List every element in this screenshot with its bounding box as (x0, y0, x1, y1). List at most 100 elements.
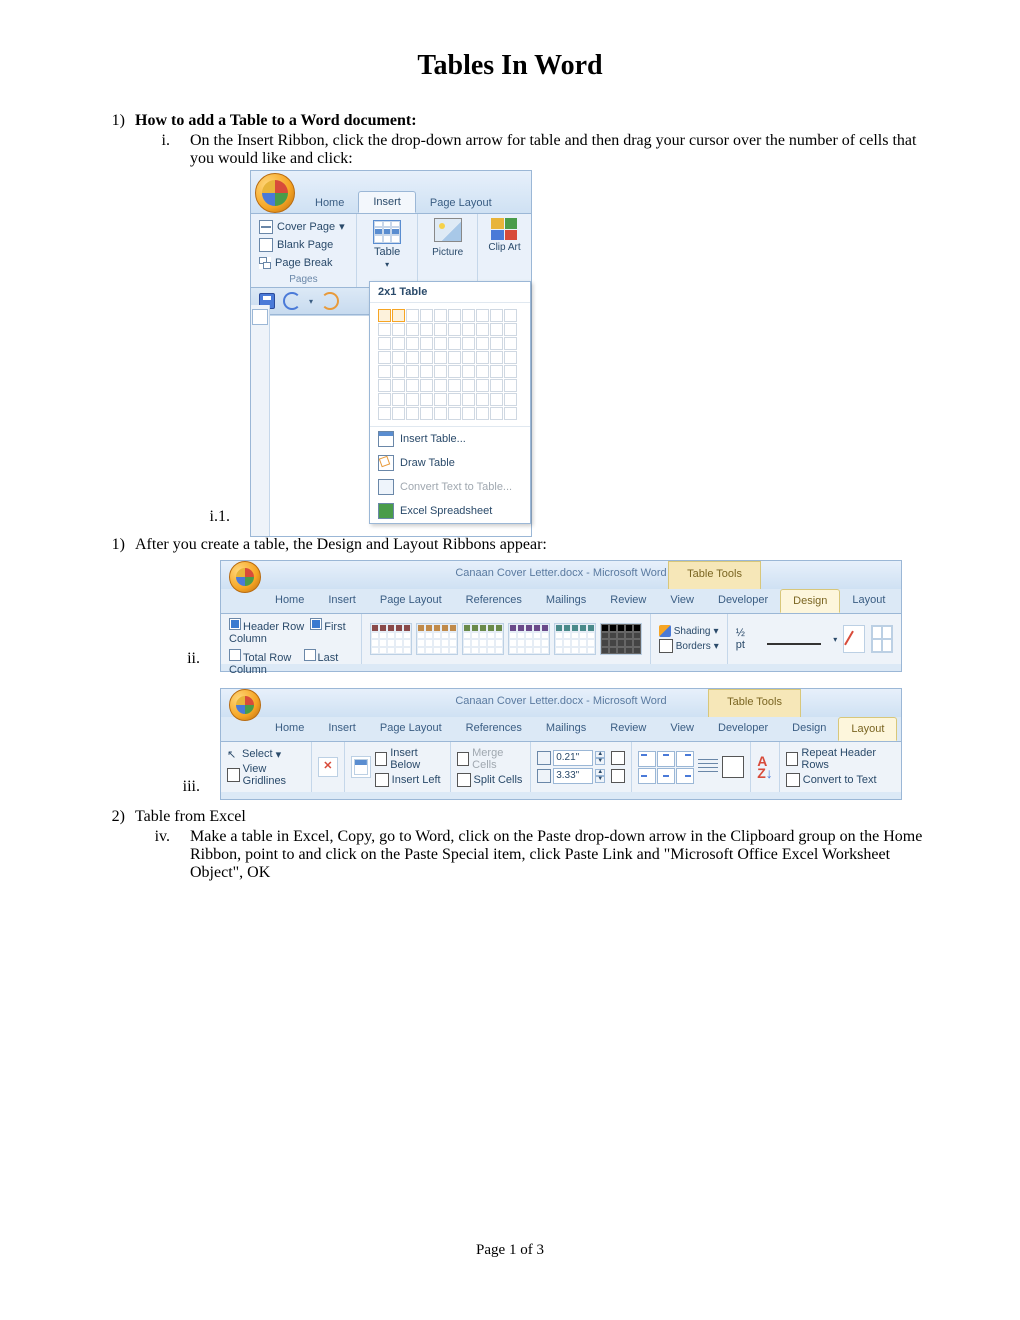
clipart-icon (491, 218, 517, 240)
convert-to-text-button[interactable]: Convert to Text (803, 774, 877, 786)
table-styles-gallery[interactable] (370, 623, 642, 655)
merge-cells-button: Merge Cells (472, 747, 524, 771)
shading-button[interactable]: Shading (674, 626, 711, 637)
tab-layout[interactable]: Layout (838, 717, 897, 741)
convert-text-option: Convert Text to Table... (370, 475, 530, 499)
table-style-thumb[interactable] (416, 623, 458, 655)
checkbox-icon[interactable] (310, 618, 322, 630)
table-style-thumb[interactable] (554, 623, 596, 655)
tab-page-layout[interactable]: Page Layout (368, 717, 454, 741)
draw-borders-icon[interactable] (871, 625, 893, 653)
tab-insert[interactable]: Insert (358, 191, 416, 213)
picture-button[interactable]: Picture (426, 218, 469, 258)
align-top-left-icon[interactable] (638, 751, 656, 767)
repeat-header-icon (786, 752, 799, 766)
distribute-rows-icon[interactable] (611, 751, 625, 765)
borders-button[interactable]: Borders (676, 641, 711, 652)
view-gridlines-button[interactable]: View Gridlines (243, 763, 305, 787)
tab-review[interactable]: Review (598, 717, 658, 741)
tab-developer[interactable]: Developer (706, 589, 780, 613)
tab-insert[interactable]: Insert (316, 589, 368, 613)
list-marker: 2) (80, 808, 125, 826)
align-mid-center-icon[interactable] (657, 768, 675, 784)
tab-view[interactable]: View (658, 717, 706, 741)
pen-color-icon[interactable] (843, 625, 865, 653)
group-label: Pages (259, 272, 348, 285)
pen-preview[interactable] (767, 633, 821, 645)
tab-references[interactable]: References (454, 717, 534, 741)
tab-mailings[interactable]: Mailings (534, 717, 598, 741)
insert-table-option[interactable]: Insert Table... (370, 427, 530, 451)
table-style-thumb[interactable] (462, 623, 504, 655)
tab-mailings[interactable]: Mailings (534, 589, 598, 613)
split-cells-button[interactable]: Split Cells (474, 774, 523, 786)
page-break-button[interactable]: Page Break (275, 254, 332, 272)
insert-below-button[interactable]: Insert Below (390, 747, 443, 771)
tab-developer[interactable]: Developer (706, 717, 780, 741)
width-icon (537, 769, 551, 783)
tab-view[interactable]: View (658, 589, 706, 613)
gridlines-icon (227, 768, 240, 782)
align-mid-left-icon[interactable] (638, 768, 656, 784)
pen-weight-label[interactable]: ½ pt (736, 627, 755, 651)
total-row-checkbox[interactable]: Total Row (243, 652, 291, 664)
sort-icon[interactable]: AZ↓ (757, 755, 773, 779)
delete-icon[interactable]: ✕ (318, 757, 338, 777)
insert-above-icon[interactable] (351, 756, 371, 778)
col-width-input[interactable]: 3.33" (553, 768, 593, 784)
clipart-button[interactable]: Clip Art (486, 218, 523, 253)
tab-page-layout[interactable]: Page Layout (368, 589, 454, 613)
tab-design[interactable]: Design (780, 589, 840, 613)
cell-margins-icon[interactable] (722, 756, 744, 778)
align-mid-right-icon[interactable] (676, 768, 694, 784)
tab-home[interactable]: Home (301, 193, 358, 213)
tab-layout[interactable]: Layout (840, 589, 897, 613)
screenshot-layout-ribbon: Canaan Cover Letter.docx - Microsoft Wor… (220, 688, 902, 800)
tab-home[interactable]: Home (263, 589, 316, 613)
blank-page-button[interactable]: Blank Page (277, 236, 333, 254)
window-title: Canaan Cover Letter.docx - Microsoft Wor… (221, 561, 901, 579)
table-button[interactable]: Table ▾ (371, 218, 403, 272)
header-row-checkbox[interactable]: Header Row (243, 621, 304, 633)
spinner-icon[interactable]: ▲▼ (595, 769, 605, 783)
text-direction-icon[interactable] (698, 759, 718, 775)
ruler-toggle-icon[interactable] (252, 309, 268, 325)
distribute-cols-icon[interactable] (611, 769, 625, 783)
tab-insert[interactable]: Insert (316, 717, 368, 741)
spinner-icon[interactable]: ▲▼ (595, 751, 605, 765)
tab-page-layout[interactable]: Page Layout (416, 193, 506, 213)
align-top-center-icon[interactable] (657, 751, 675, 767)
table-size-picker: 2x1 Table Insert Table... Draw Table Con… (369, 281, 531, 524)
draw-table-option[interactable]: Draw Table (370, 451, 530, 475)
list-marker: 1) (80, 536, 125, 554)
redo-icon[interactable] (321, 292, 339, 310)
body-text: After you create a table, the Design and… (135, 536, 547, 554)
screenshot-design-ribbon: Canaan Cover Letter.docx - Microsoft Wor… (220, 560, 902, 672)
table-style-thumb[interactable] (370, 623, 412, 655)
undo-icon[interactable] (283, 292, 301, 310)
checkbox-icon[interactable] (229, 649, 241, 661)
insert-left-button[interactable]: Insert Left (392, 774, 441, 786)
page-title: Tables In Word (80, 50, 940, 82)
list-marker: iv. (140, 828, 170, 882)
checkbox-icon[interactable] (229, 618, 241, 630)
checkbox-icon[interactable] (304, 649, 316, 661)
excel-spreadsheet-option[interactable]: Excel Spreadsheet (370, 499, 530, 523)
tab-review[interactable]: Review (598, 589, 658, 613)
row-height-input[interactable]: 0.21" (553, 750, 593, 766)
tab-home[interactable]: Home (263, 717, 316, 741)
cover-page-button[interactable]: Cover Page (277, 218, 335, 236)
repeat-header-button[interactable]: Repeat Header Rows (801, 747, 895, 771)
select-button[interactable]: Select (242, 748, 273, 760)
cover-page-icon (259, 220, 273, 234)
tab-design[interactable]: Design (780, 717, 838, 741)
table-style-thumb[interactable] (600, 623, 642, 655)
shading-icon (659, 625, 671, 637)
insert-table-icon (378, 431, 394, 447)
table-style-thumb[interactable] (508, 623, 550, 655)
picker-grid[interactable] (370, 303, 530, 426)
office-button-icon[interactable] (255, 173, 295, 213)
insert-below-icon (375, 752, 388, 766)
tab-references[interactable]: References (454, 589, 534, 613)
align-top-right-icon[interactable] (676, 751, 694, 767)
